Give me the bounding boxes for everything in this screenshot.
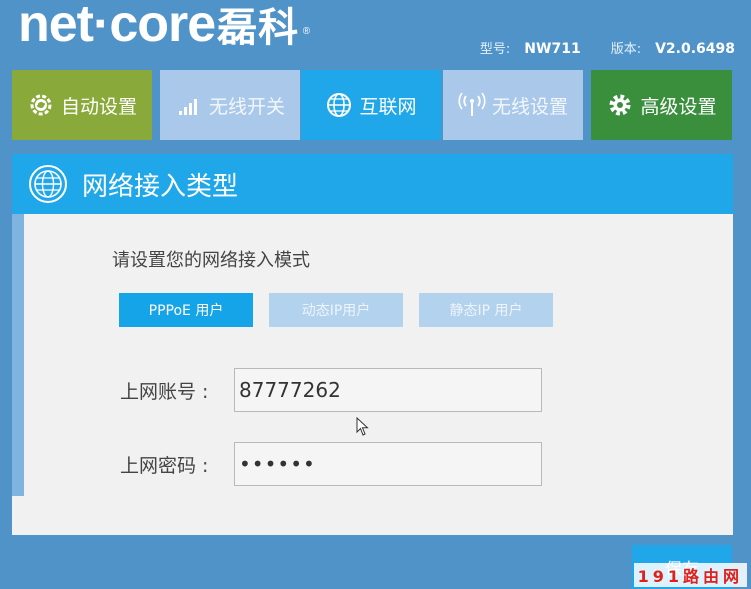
mode-static-ip-button[interactable]: 静态IP 用户	[419, 293, 553, 327]
model-value: NW711	[524, 41, 581, 57]
tab-wireless-settings-label: 无线设置	[491, 95, 568, 118]
password-label: 上网密码 :	[120, 455, 209, 477]
gear-refresh-icon	[30, 94, 52, 116]
tab-advanced-settings[interactable]: 高级设置	[591, 70, 732, 140]
tab-wireless-switch[interactable]: 无线开关	[160, 70, 300, 140]
gear-icon	[609, 94, 631, 116]
globe-icon	[29, 165, 67, 203]
panel-title: 网络接入类型	[82, 171, 239, 202]
mode-dynamic-ip-button[interactable]: 动态IP用户	[269, 293, 403, 327]
account-label: 上网账号 :	[120, 381, 209, 403]
registered-mark: ®	[302, 26, 310, 37]
tab-wireless-settings[interactable]: 无线设置	[443, 70, 583, 140]
model-info: 型号: NW711 版本: V2.0.6498	[480, 38, 735, 57]
logo-text: net·core	[18, 0, 216, 53]
version-value: V2.0.6498	[655, 41, 735, 57]
tab-internet[interactable]: 互联网	[301, 70, 441, 140]
account-input[interactable]: 87777262	[234, 368, 542, 412]
tab-internet-label: 互联网	[359, 95, 417, 118]
signal-bars-icon	[178, 99, 197, 115]
panel-header: 网络接入类型	[12, 154, 733, 214]
tab-auto-setup[interactable]: 自动设置	[12, 70, 152, 140]
tab-wireless-switch-label: 无线开关	[208, 95, 285, 118]
logo-cn-text: 磊科	[217, 6, 300, 50]
mouse-pointer-icon	[356, 417, 369, 436]
password-input[interactable]: ••••••	[234, 442, 542, 486]
tab-advanced-settings-label: 高级设置	[640, 95, 717, 118]
globe-icon	[327, 93, 352, 117]
netcore-logo: net·core磊科 ®	[18, 0, 310, 58]
watermark-text: 191路由网	[633, 563, 747, 587]
antenna-icon	[458, 92, 486, 116]
mode-pppoe-button[interactable]: PPPoE 用户	[119, 293, 253, 327]
left-stripe	[12, 214, 24, 496]
model-label: 型号:	[479, 42, 511, 57]
main-nav-tabs: 自动设置 无线开关 互联网 无线设置 高级设置	[12, 70, 732, 140]
access-mode-prompt: 请设置您的网络接入模式	[112, 250, 310, 271]
version-label: 版本:	[610, 42, 642, 57]
tab-auto-setup-label: 自动设置	[60, 95, 137, 118]
